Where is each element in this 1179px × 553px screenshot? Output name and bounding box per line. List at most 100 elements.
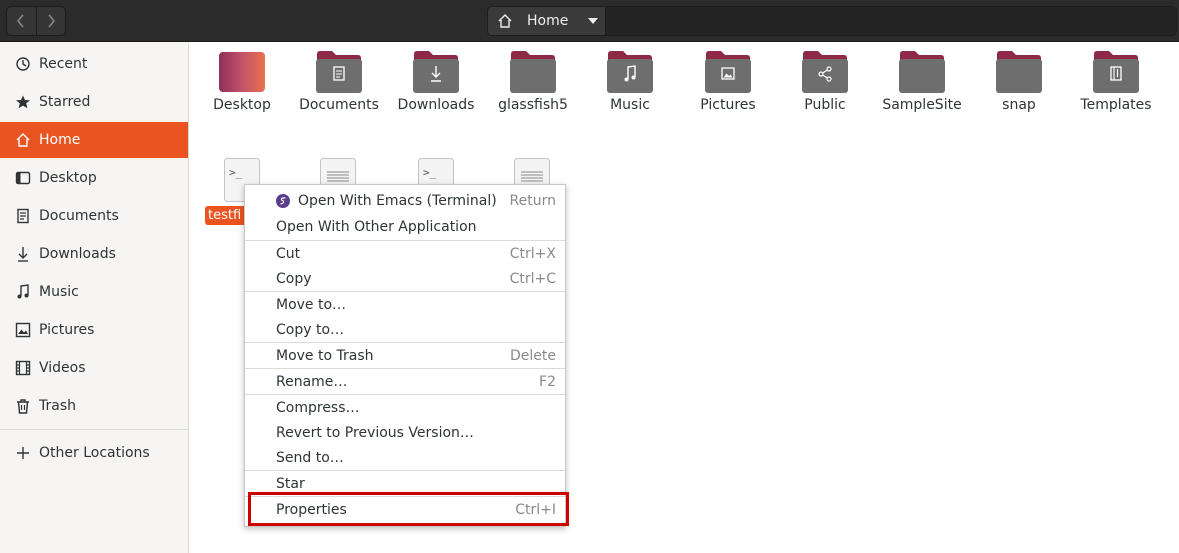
svg-text:>_: >_ (423, 166, 437, 179)
trash-icon (17, 399, 29, 414)
desktop-folder-icon (219, 52, 265, 92)
caret-down-icon (588, 18, 599, 24)
sidebar-item-label: Videos (39, 360, 86, 376)
sidebar-item-pictures[interactable]: Pictures (0, 312, 188, 348)
document-icon (17, 208, 29, 224)
menu-item-label: Revert to Previous Version… (276, 424, 474, 441)
folder-glassfish5[interactable]: glassfish5 (487, 50, 579, 120)
folder-samplesite[interactable]: SampleSite (876, 50, 968, 120)
sidebar-item-desktop[interactable]: Desktop (0, 160, 188, 196)
folder-icon (510, 51, 556, 93)
video-icon (15, 360, 31, 376)
home-icon (16, 133, 30, 147)
folder-icon (996, 51, 1042, 93)
folder-label: glassfish5 (498, 97, 568, 113)
menu-item-compress[interactable]: Compress… (245, 395, 565, 420)
folder-snap[interactable]: snap (973, 50, 1065, 120)
folder-label: Public (804, 97, 846, 113)
sidebar-item-home[interactable]: Home (0, 122, 188, 158)
sidebar-item-documents[interactable]: Documents (0, 198, 188, 234)
menu-item-accel: Ctrl+X (509, 245, 556, 262)
folder-label: snap (1002, 97, 1036, 113)
chevron-left-icon (17, 14, 25, 28)
menu-item-label: Copy to… (276, 321, 345, 338)
chevron-right-icon (48, 14, 55, 28)
folder-icon (413, 51, 459, 93)
sidebar-item-other-locations[interactable]: Other Locations (0, 435, 188, 471)
menu-item-accel: Ctrl+C (509, 270, 556, 287)
folder-pictures[interactable]: Pictures (682, 50, 774, 120)
menu-item-open-with-other[interactable]: Open With Other Application (245, 214, 565, 239)
menu-item-label: Move to… (276, 296, 347, 313)
menu-item-move-to-trash[interactable]: Move to Trash Delete (245, 343, 565, 368)
selected-file-label[interactable]: testfi (205, 206, 249, 225)
context-menu: Open With Emacs (Terminal) Return Open W… (244, 184, 566, 527)
folder-icon (899, 51, 945, 93)
menu-item-copy[interactable]: Copy Ctrl+C (245, 266, 565, 291)
folder-icon (705, 51, 751, 93)
menu-item-accel: Delete (510, 347, 556, 364)
path-home-label: Home (527, 13, 569, 29)
sidebar-item-starred[interactable]: Starred (0, 84, 188, 120)
home-icon (498, 14, 512, 28)
properties-highlight-box (248, 492, 569, 526)
sidebar-item-recent[interactable]: Recent (0, 46, 188, 82)
menu-item-label: Move to Trash (276, 347, 374, 364)
folder-templates[interactable]: Templates (1070, 50, 1162, 120)
menu-item-label: Send to… (276, 449, 344, 466)
menu-item-copy-to[interactable]: Copy to… (245, 317, 565, 342)
path-bar: Home (487, 6, 1177, 36)
folder-label: Downloads (397, 97, 475, 113)
plus-icon (17, 447, 29, 459)
menu-item-open-with-emacs[interactable]: Open With Emacs (Terminal) Return (245, 188, 565, 213)
navigation-buttons (6, 6, 66, 36)
sidebar-item-trash[interactable]: Trash (0, 388, 188, 424)
sidebar-item-label: Starred (39, 94, 91, 110)
folder-documents[interactable]: Documents (293, 50, 385, 120)
folder-icon (802, 51, 848, 93)
menu-item-send-to[interactable]: Send to… (245, 445, 565, 470)
picture-icon (15, 322, 31, 338)
menu-item-revert[interactable]: Revert to Previous Version… (245, 420, 565, 445)
folder-label: SampleSite (882, 97, 962, 113)
sidebar-item-label: Pictures (39, 322, 95, 338)
menu-item-label: Rename… (276, 373, 348, 390)
menu-item-label: Compress… (276, 399, 360, 416)
menu-item-rename[interactable]: Rename… F2 (245, 369, 565, 394)
sidebar-item-downloads[interactable]: Downloads (0, 236, 188, 272)
folder-icon (316, 51, 362, 93)
menu-item-accel: F2 (539, 373, 556, 390)
menu-item-cut[interactable]: Cut Ctrl+X (245, 241, 565, 266)
desktop-icon (15, 171, 31, 185)
menu-item-label: Star (276, 475, 305, 492)
star-icon (16, 95, 30, 109)
sidebar-item-label: Recent (39, 56, 88, 72)
folder-icon (607, 51, 653, 93)
menu-item-label: Cut (276, 245, 301, 262)
music-icon (17, 284, 29, 299)
sidebar-item-videos[interactable]: Videos (0, 350, 188, 386)
menu-item-move-to[interactable]: Move to… (245, 292, 565, 317)
sidebar-separator (0, 429, 188, 430)
folder-desktop[interactable]: Desktop (196, 50, 288, 120)
menu-item-label: Open With Emacs (Terminal) (298, 192, 497, 209)
sidebar-item-label: Documents (39, 208, 119, 224)
sidebar-item-music[interactable]: Music (0, 274, 188, 310)
sidebar-item-label: Desktop (39, 170, 97, 186)
sidebar-item-label: Downloads (39, 246, 116, 262)
download-icon (18, 247, 28, 262)
folder-public[interactable]: Public (779, 50, 871, 120)
folder-label: Desktop (213, 97, 271, 113)
sidebar-item-label: Trash (39, 398, 76, 414)
forward-button[interactable] (35, 7, 65, 35)
menu-item-label: Copy (276, 270, 312, 287)
emacs-icon (276, 193, 290, 208)
folder-label: Music (610, 97, 650, 113)
folder-music[interactable]: Music (584, 50, 676, 120)
sidebar-item-label: Other Locations (39, 445, 150, 461)
back-button[interactable] (7, 7, 36, 35)
folder-downloads[interactable]: Downloads (390, 50, 482, 120)
path-home-button[interactable]: Home (488, 7, 606, 35)
folder-label: Documents (299, 97, 379, 113)
sidebar: Recent Starred Home Desktop Documents Do… (0, 42, 189, 553)
